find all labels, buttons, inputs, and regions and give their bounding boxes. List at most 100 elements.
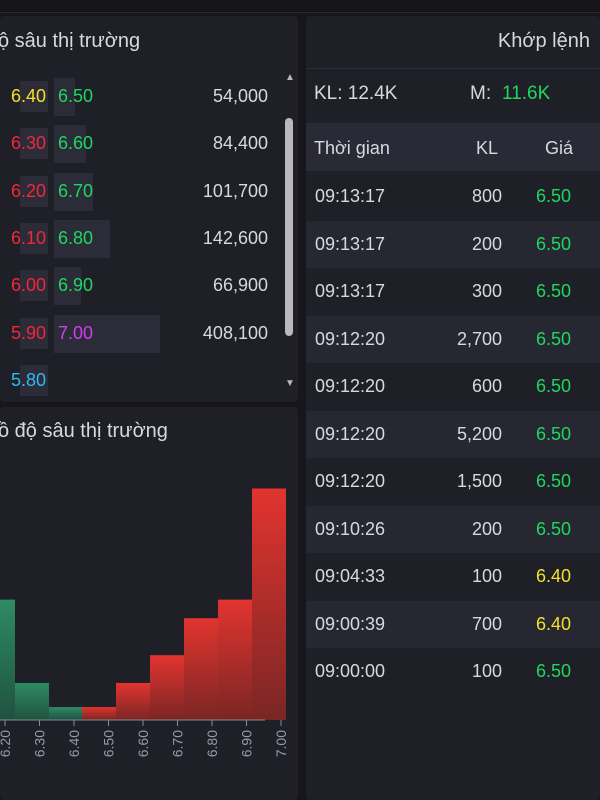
table-row[interactable]: 09:00:00 100 6.50 xyxy=(306,648,600,695)
ask-volume: 142,600 xyxy=(202,227,268,248)
trade-volume: 100 xyxy=(471,661,502,681)
depth-chart: 6.20 6.30 6.40 6.50 6.60 6.70 6.80 6.90 7.00 xyxy=(0,488,289,757)
ask-volume: 54,000 xyxy=(212,86,268,106)
trade-price: 6.50 xyxy=(536,423,572,444)
ask-price[interactable]: 6.60 xyxy=(54,120,93,167)
trade-time: 09:12:20 xyxy=(315,376,386,396)
bid-price-cell[interactable]: 6.20 xyxy=(0,168,48,215)
scroll-down-icon[interactable]: ▼ xyxy=(285,378,295,389)
matched-orders-title: Khớp lệnh xyxy=(497,30,590,52)
bid-price: 6.00 xyxy=(10,275,46,296)
header-price[interactable]: Giá xyxy=(545,138,573,159)
trade-volume: 2,700 xyxy=(456,328,502,349)
table-row[interactable]: 09:13:17 200 6.50 xyxy=(306,220,600,268)
trade-volume: 600 xyxy=(471,376,502,396)
trade-volume: 5,200 xyxy=(456,423,502,444)
trade-price: 6.50 xyxy=(536,471,572,491)
ask-price[interactable]: 6.80 xyxy=(54,215,93,262)
header-time[interactable]: Thời gian xyxy=(314,138,390,159)
table-row[interactable]: 09:12:20 600 6.50 xyxy=(306,363,600,410)
depth-row[interactable]: 6.10 6.80 142,600 xyxy=(0,215,282,262)
bid-price: 6.40 xyxy=(10,86,46,106)
trade-time: 09:12:20 xyxy=(315,471,386,491)
ask-depth-bar xyxy=(252,488,286,720)
market-depth-title: ộ sâu thị trường xyxy=(0,30,141,52)
ask-depth-bar xyxy=(82,707,116,720)
table-row[interactable]: 09:00:39 700 6.40 xyxy=(306,600,600,648)
x-tick-label: 6.40 xyxy=(66,730,82,757)
trade-time: 09:13:17 xyxy=(315,186,386,206)
trade-time: 09:00:39 xyxy=(315,613,386,634)
bid-price-cell[interactable]: 6.00 xyxy=(0,262,48,309)
table-row[interactable]: 09:13:17 300 6.50 xyxy=(306,268,600,315)
ask-depth-bar xyxy=(184,618,218,720)
table-row[interactable]: 09:10:26 200 6.50 xyxy=(306,505,600,553)
top-bar xyxy=(0,0,600,13)
trade-volume: 200 xyxy=(471,233,502,254)
ask-volume: 101,700 xyxy=(202,180,268,201)
trade-time: 09:12:20 xyxy=(315,328,386,349)
bid-price-cell[interactable]: 6.30 xyxy=(0,120,48,167)
ask-depth-bar xyxy=(116,682,150,720)
ask-depth-bar xyxy=(150,655,184,720)
ask-depth-bar xyxy=(218,599,252,720)
depth-row[interactable]: 6.40 6.50 54,000 xyxy=(0,73,282,120)
trade-price: 6.50 xyxy=(536,233,572,254)
bid-price-cell[interactable]: 6.40 xyxy=(0,73,48,120)
ask-price[interactable] xyxy=(54,357,58,404)
x-tick-label: 6.20 xyxy=(0,730,13,757)
matched-label: M: xyxy=(470,83,492,104)
trade-volume: 200 xyxy=(471,518,502,539)
x-tick-label: 6.80 xyxy=(204,730,220,757)
table-row[interactable]: 09:12:20 1,500 6.50 xyxy=(306,458,600,505)
trade-price: 6.50 xyxy=(536,281,572,301)
table-row[interactable]: 09:13:17 800 6.50 xyxy=(306,173,600,220)
depth-row[interactable]: 5.80 xyxy=(0,357,282,404)
bid-depth-bar xyxy=(49,707,83,720)
header-volume[interactable]: KL xyxy=(476,138,498,159)
ask-price[interactable]: 6.90 xyxy=(54,262,93,309)
trade-time: 09:13:17 xyxy=(315,233,386,254)
x-tick-label: 6.60 xyxy=(135,730,151,757)
bid-price-cell[interactable]: 6.10 xyxy=(0,215,48,262)
table-row[interactable]: 09:04:33 100 6.40 xyxy=(306,553,600,600)
trade-price: 6.50 xyxy=(536,661,572,681)
ask-volume xyxy=(158,357,268,404)
bid-price: 6.20 xyxy=(10,180,46,201)
ask-volume: 66,900 xyxy=(212,275,268,296)
total-volume-stat: KL: 12.4K xyxy=(314,83,398,104)
trade-price: 6.50 xyxy=(536,186,572,206)
x-tick-label: 6.50 xyxy=(101,730,117,757)
table-row[interactable]: 09:12:20 5,200 6.50 xyxy=(306,410,600,458)
trade-price: 6.40 xyxy=(536,566,572,586)
trade-time: 09:00:00 xyxy=(315,661,386,681)
trade-volume: 300 xyxy=(471,281,502,301)
trade-time: 09:13:17 xyxy=(315,281,386,301)
scroll-up-icon[interactable]: ▲ xyxy=(285,72,295,83)
trade-time: 09:10:26 xyxy=(315,518,386,539)
depth-row[interactable]: 6.20 6.70 101,700 xyxy=(0,168,282,215)
bid-price-cell[interactable]: 5.80 xyxy=(0,357,48,404)
ask-price[interactable]: 6.50 xyxy=(54,73,93,120)
depth-scrollbar-thumb[interactable] xyxy=(285,118,293,336)
ask-price[interactable]: 7.00 xyxy=(54,310,93,357)
x-tick-label: 7.00 xyxy=(273,730,289,757)
depth-row[interactable]: 6.00 6.90 66,900 xyxy=(0,262,282,309)
x-tick-label: 6.90 xyxy=(239,730,255,757)
x-tick-label: 6.30 xyxy=(32,730,48,757)
table-row[interactable]: 09:12:20 2,700 6.50 xyxy=(306,315,600,363)
depth-row[interactable]: 6.30 6.60 84,400 xyxy=(0,120,282,167)
matched-value: 11.6K xyxy=(502,83,551,104)
trade-price: 6.40 xyxy=(536,613,572,634)
ask-price[interactable]: 6.70 xyxy=(54,168,93,215)
trade-time: 09:04:33 xyxy=(315,566,386,586)
trade-price: 6.50 xyxy=(536,518,572,539)
bid-price-cell[interactable]: 5.90 xyxy=(0,310,48,357)
bid-depth-bar xyxy=(0,599,15,720)
trade-price: 6.50 xyxy=(536,328,572,349)
trade-volume: 100 xyxy=(471,566,502,586)
bid-depth-bar xyxy=(15,682,49,720)
depth-row[interactable]: 5.90 7.00 408,100 xyxy=(0,310,282,357)
trade-volume: 800 xyxy=(471,186,502,206)
bid-price: 5.80 xyxy=(10,369,46,390)
